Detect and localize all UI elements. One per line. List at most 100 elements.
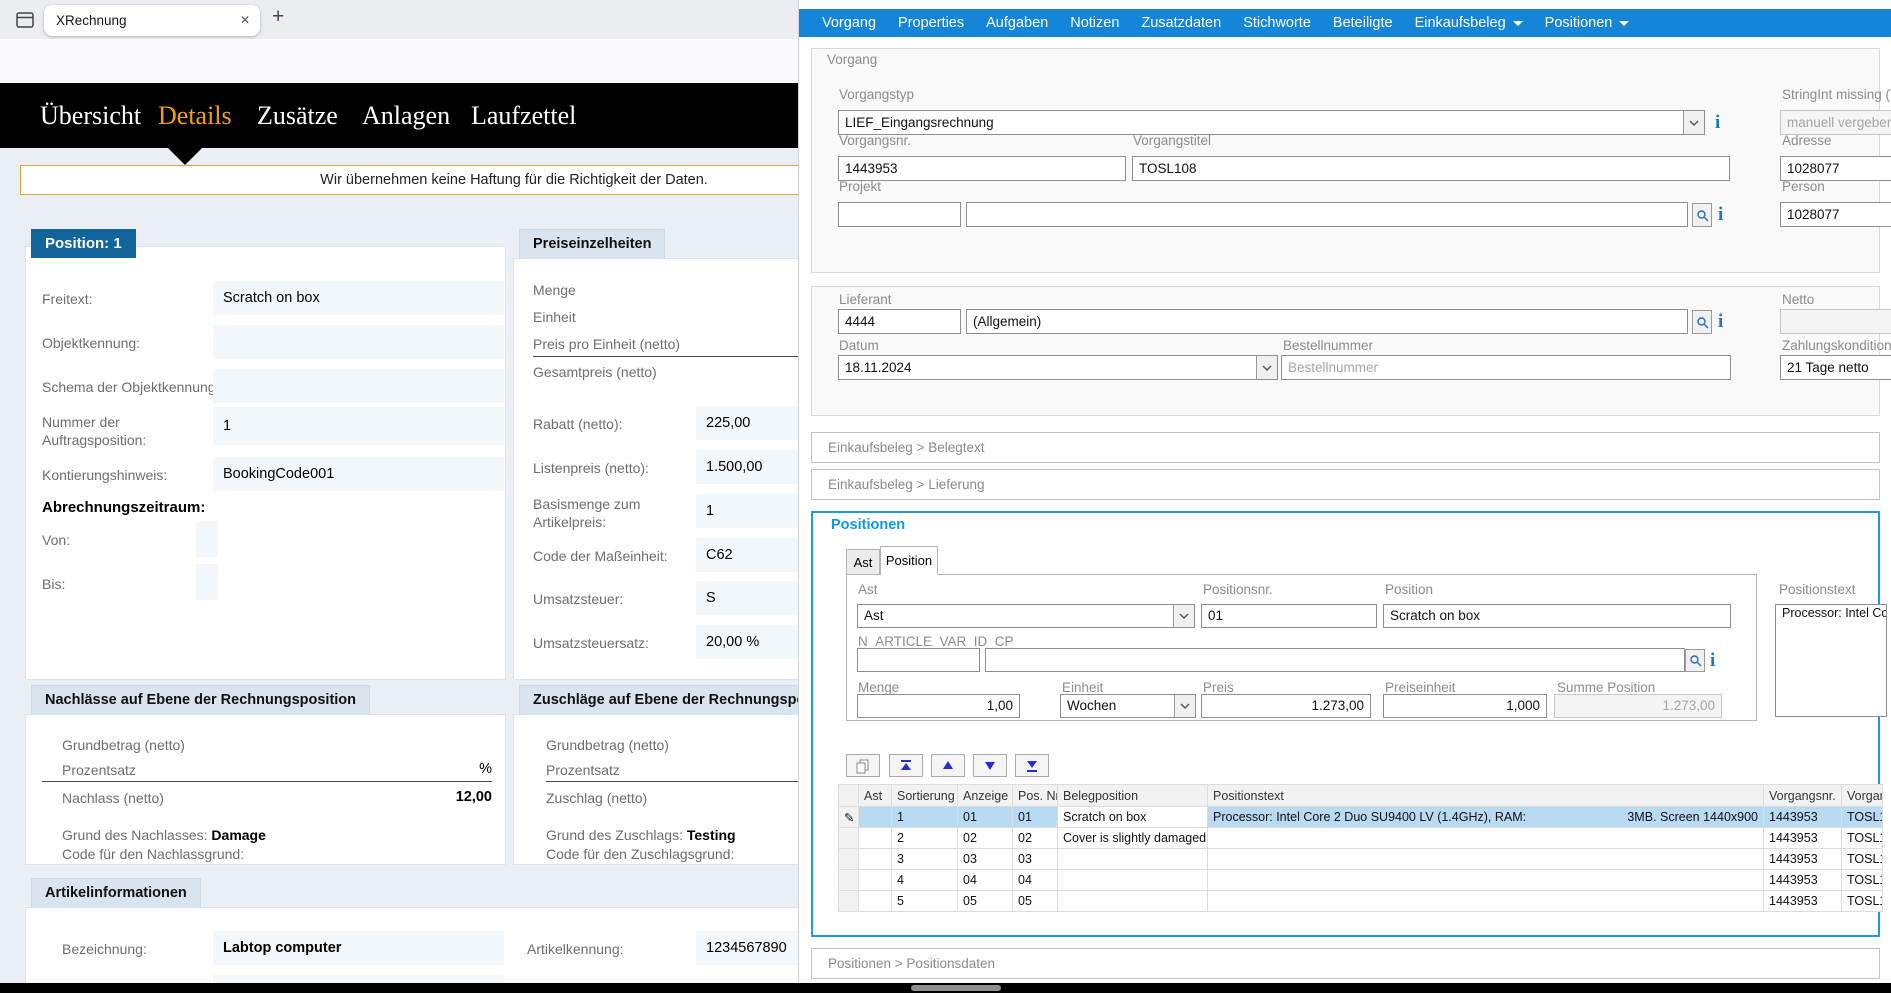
cell-vorgangsnr[interactable]: 1443953 bbox=[1764, 891, 1842, 912]
cell-vorgangsnr[interactable]: 1443953 bbox=[1764, 849, 1842, 870]
menu-beteiligte[interactable]: Beteiligte bbox=[1322, 15, 1404, 31]
cell-vorgangsnr[interactable]: 1443953 bbox=[1764, 828, 1842, 849]
cell-belegposition[interactable]: Scratch on box bbox=[1058, 807, 1208, 828]
cell-belegposition[interactable] bbox=[1058, 891, 1208, 912]
cell-sortierung[interactable]: 3 bbox=[892, 849, 958, 870]
row-edit-pencil-icon[interactable]: ✎ bbox=[839, 807, 859, 828]
new-tab-button[interactable]: + bbox=[272, 5, 284, 29]
row-selector[interactable] bbox=[839, 870, 859, 891]
info-icon[interactable]: i bbox=[1718, 312, 1723, 331]
projekt-name-field[interactable] bbox=[966, 202, 1688, 227]
nav-zusaetze[interactable]: Zusätze bbox=[257, 83, 338, 148]
projekt-nr-field[interactable] bbox=[838, 202, 961, 227]
cell-vorgang[interactable]: TOSL108 bbox=[1842, 870, 1883, 891]
menu-positionen[interactable]: Positionen bbox=[1534, 15, 1641, 31]
stringint-field[interactable]: manuell vergeben bbox=[1780, 110, 1891, 135]
cell-ast[interactable] bbox=[859, 870, 892, 891]
cell-ast[interactable] bbox=[859, 891, 892, 912]
cell-anzeige[interactable]: 05 bbox=[958, 891, 1013, 912]
person-field[interactable]: 1028077 bbox=[1780, 202, 1891, 227]
menu-notizen[interactable]: Notizen bbox=[1059, 15, 1130, 31]
table-row[interactable]: 3 03 03 1443953 TOSL108 bbox=[839, 849, 1883, 870]
cell-anzeige[interactable]: 01 bbox=[958, 807, 1013, 828]
article-lookup-button[interactable] bbox=[1685, 649, 1705, 672]
cell-ast[interactable] bbox=[859, 807, 892, 828]
cell-positionstext[interactable]: Processor: Intel Core 2 Duo SU9400 LV (1… bbox=[1208, 807, 1764, 828]
nav-details[interactable]: Details bbox=[158, 83, 232, 148]
cell-ast[interactable] bbox=[859, 849, 892, 870]
nav-anlagen[interactable]: Anlagen bbox=[362, 83, 450, 148]
bestellnummer-field[interactable]: Bestellnummer bbox=[1281, 355, 1731, 380]
adresse-field[interactable]: 1028077 bbox=[1780, 156, 1891, 181]
article-nr-field[interactable] bbox=[857, 648, 980, 672]
cell-posnr[interactable]: 05 bbox=[1013, 891, 1058, 912]
preis-field[interactable]: 1.273,00 bbox=[1201, 694, 1371, 718]
row-selector[interactable] bbox=[839, 891, 859, 912]
tab-close-icon[interactable]: ✕ bbox=[240, 5, 250, 36]
projekt-lookup-button[interactable] bbox=[1692, 203, 1712, 227]
cell-vorgangsnr[interactable]: 1443953 bbox=[1764, 807, 1842, 828]
table-row[interactable]: ✎ 1 01 01 Scratch on box Processor: Inte… bbox=[839, 807, 1883, 828]
move-up-button[interactable] bbox=[931, 754, 965, 777]
section-positionsdaten[interactable]: Positionen > Positionsdaten bbox=[811, 948, 1880, 979]
table-row[interactable]: 2 02 02 Cover is slightly damaged. 14439… bbox=[839, 828, 1883, 849]
section-belegtext[interactable]: Einkaufsbeleg > Belegtext bbox=[811, 432, 1880, 463]
dropdown-button[interactable] bbox=[1173, 605, 1194, 627]
dropdown-button[interactable] bbox=[1174, 695, 1195, 717]
cell-vorgangsnr[interactable]: 1443953 bbox=[1764, 870, 1842, 891]
nav-uebersicht[interactable]: Übersicht bbox=[40, 83, 141, 148]
menu-properties[interactable]: Properties bbox=[887, 15, 975, 31]
summe-field[interactable]: 1.273,00 bbox=[1554, 694, 1722, 718]
move-top-button[interactable] bbox=[889, 754, 923, 777]
cell-positionstext[interactable] bbox=[1208, 891, 1764, 912]
cell-positionstext[interactable] bbox=[1208, 828, 1764, 849]
cell-belegposition[interactable] bbox=[1058, 870, 1208, 891]
cell-belegposition[interactable]: Cover is slightly damaged. bbox=[1058, 828, 1208, 849]
zahlungskondition-field[interactable]: 21 Tage netto bbox=[1780, 355, 1891, 380]
cell-vorgang[interactable]: TOSL108 bbox=[1842, 891, 1883, 912]
taskbar-handle[interactable] bbox=[911, 985, 1001, 991]
row-selector[interactable] bbox=[839, 828, 859, 849]
cell-sortierung[interactable]: 2 bbox=[892, 828, 958, 849]
datum-select[interactable]: 18.11.2024 bbox=[838, 355, 1278, 380]
cell-vorgang[interactable]: TOSL108 bbox=[1842, 828, 1883, 849]
cell-posnr[interactable]: 01 bbox=[1013, 807, 1058, 828]
info-icon[interactable]: i bbox=[1715, 113, 1720, 132]
table-row[interactable]: 4 04 04 1443953 TOSL108 bbox=[839, 870, 1883, 891]
copy-rows-button[interactable] bbox=[846, 754, 880, 777]
cell-sortierung[interactable]: 4 bbox=[892, 870, 958, 891]
cell-positionstext[interactable] bbox=[1208, 870, 1764, 891]
dropdown-button[interactable] bbox=[1683, 111, 1704, 134]
netto-field[interactable] bbox=[1780, 309, 1891, 334]
info-icon[interactable]: i bbox=[1718, 205, 1723, 224]
cell-anzeige[interactable]: 02 bbox=[958, 828, 1013, 849]
cell-vorgang[interactable]: TOSL108 bbox=[1842, 849, 1883, 870]
menge-field[interactable]: 1,00 bbox=[857, 694, 1020, 718]
vorgangstitel-field[interactable]: TOSL108 bbox=[1132, 156, 1730, 181]
menu-einkaufsbeleg[interactable]: Einkaufsbeleg bbox=[1404, 15, 1534, 31]
firefox-view-icon[interactable] bbox=[14, 9, 36, 36]
cell-sortierung[interactable]: 1 bbox=[892, 807, 958, 828]
table-row[interactable]: 5 05 05 1443953 TOSL108 bbox=[839, 891, 1883, 912]
positionsnr-field[interactable]: 01 bbox=[1201, 604, 1377, 628]
cell-posnr[interactable]: 02 bbox=[1013, 828, 1058, 849]
positions-table[interactable]: Ast Sortierung Anzeige Pos. Nr. Belegpos… bbox=[838, 784, 1883, 912]
cell-belegposition[interactable] bbox=[1058, 849, 1208, 870]
menu-zusatzdaten[interactable]: Zusatzdaten bbox=[1130, 15, 1232, 31]
lieferant-lookup-button[interactable] bbox=[1692, 310, 1712, 334]
ast-select[interactable]: Ast bbox=[857, 604, 1195, 628]
menu-vorgang[interactable]: Vorgang bbox=[811, 15, 887, 31]
dropdown-button[interactable] bbox=[1256, 356, 1277, 379]
section-lieferung[interactable]: Einkaufsbeleg > Lieferung bbox=[811, 469, 1880, 500]
move-down-button[interactable] bbox=[973, 754, 1007, 777]
vorgangstyp-select[interactable]: LIEF_Eingangsrechnung bbox=[838, 110, 1705, 135]
cell-posnr[interactable]: 03 bbox=[1013, 849, 1058, 870]
positionstext-area[interactable]: Processor: Intel Core 2 Duo SU9400 LV (1… bbox=[1775, 604, 1887, 717]
vorgangsnr-field[interactable]: 1443953 bbox=[838, 156, 1126, 181]
einheit-select[interactable]: Wochen bbox=[1060, 694, 1196, 718]
cell-anzeige[interactable]: 04 bbox=[958, 870, 1013, 891]
nav-laufzettel[interactable]: Laufzettel bbox=[471, 83, 576, 148]
article-name-field[interactable] bbox=[985, 648, 1685, 672]
cell-sortierung[interactable]: 5 bbox=[892, 891, 958, 912]
cell-posnr[interactable]: 04 bbox=[1013, 870, 1058, 891]
